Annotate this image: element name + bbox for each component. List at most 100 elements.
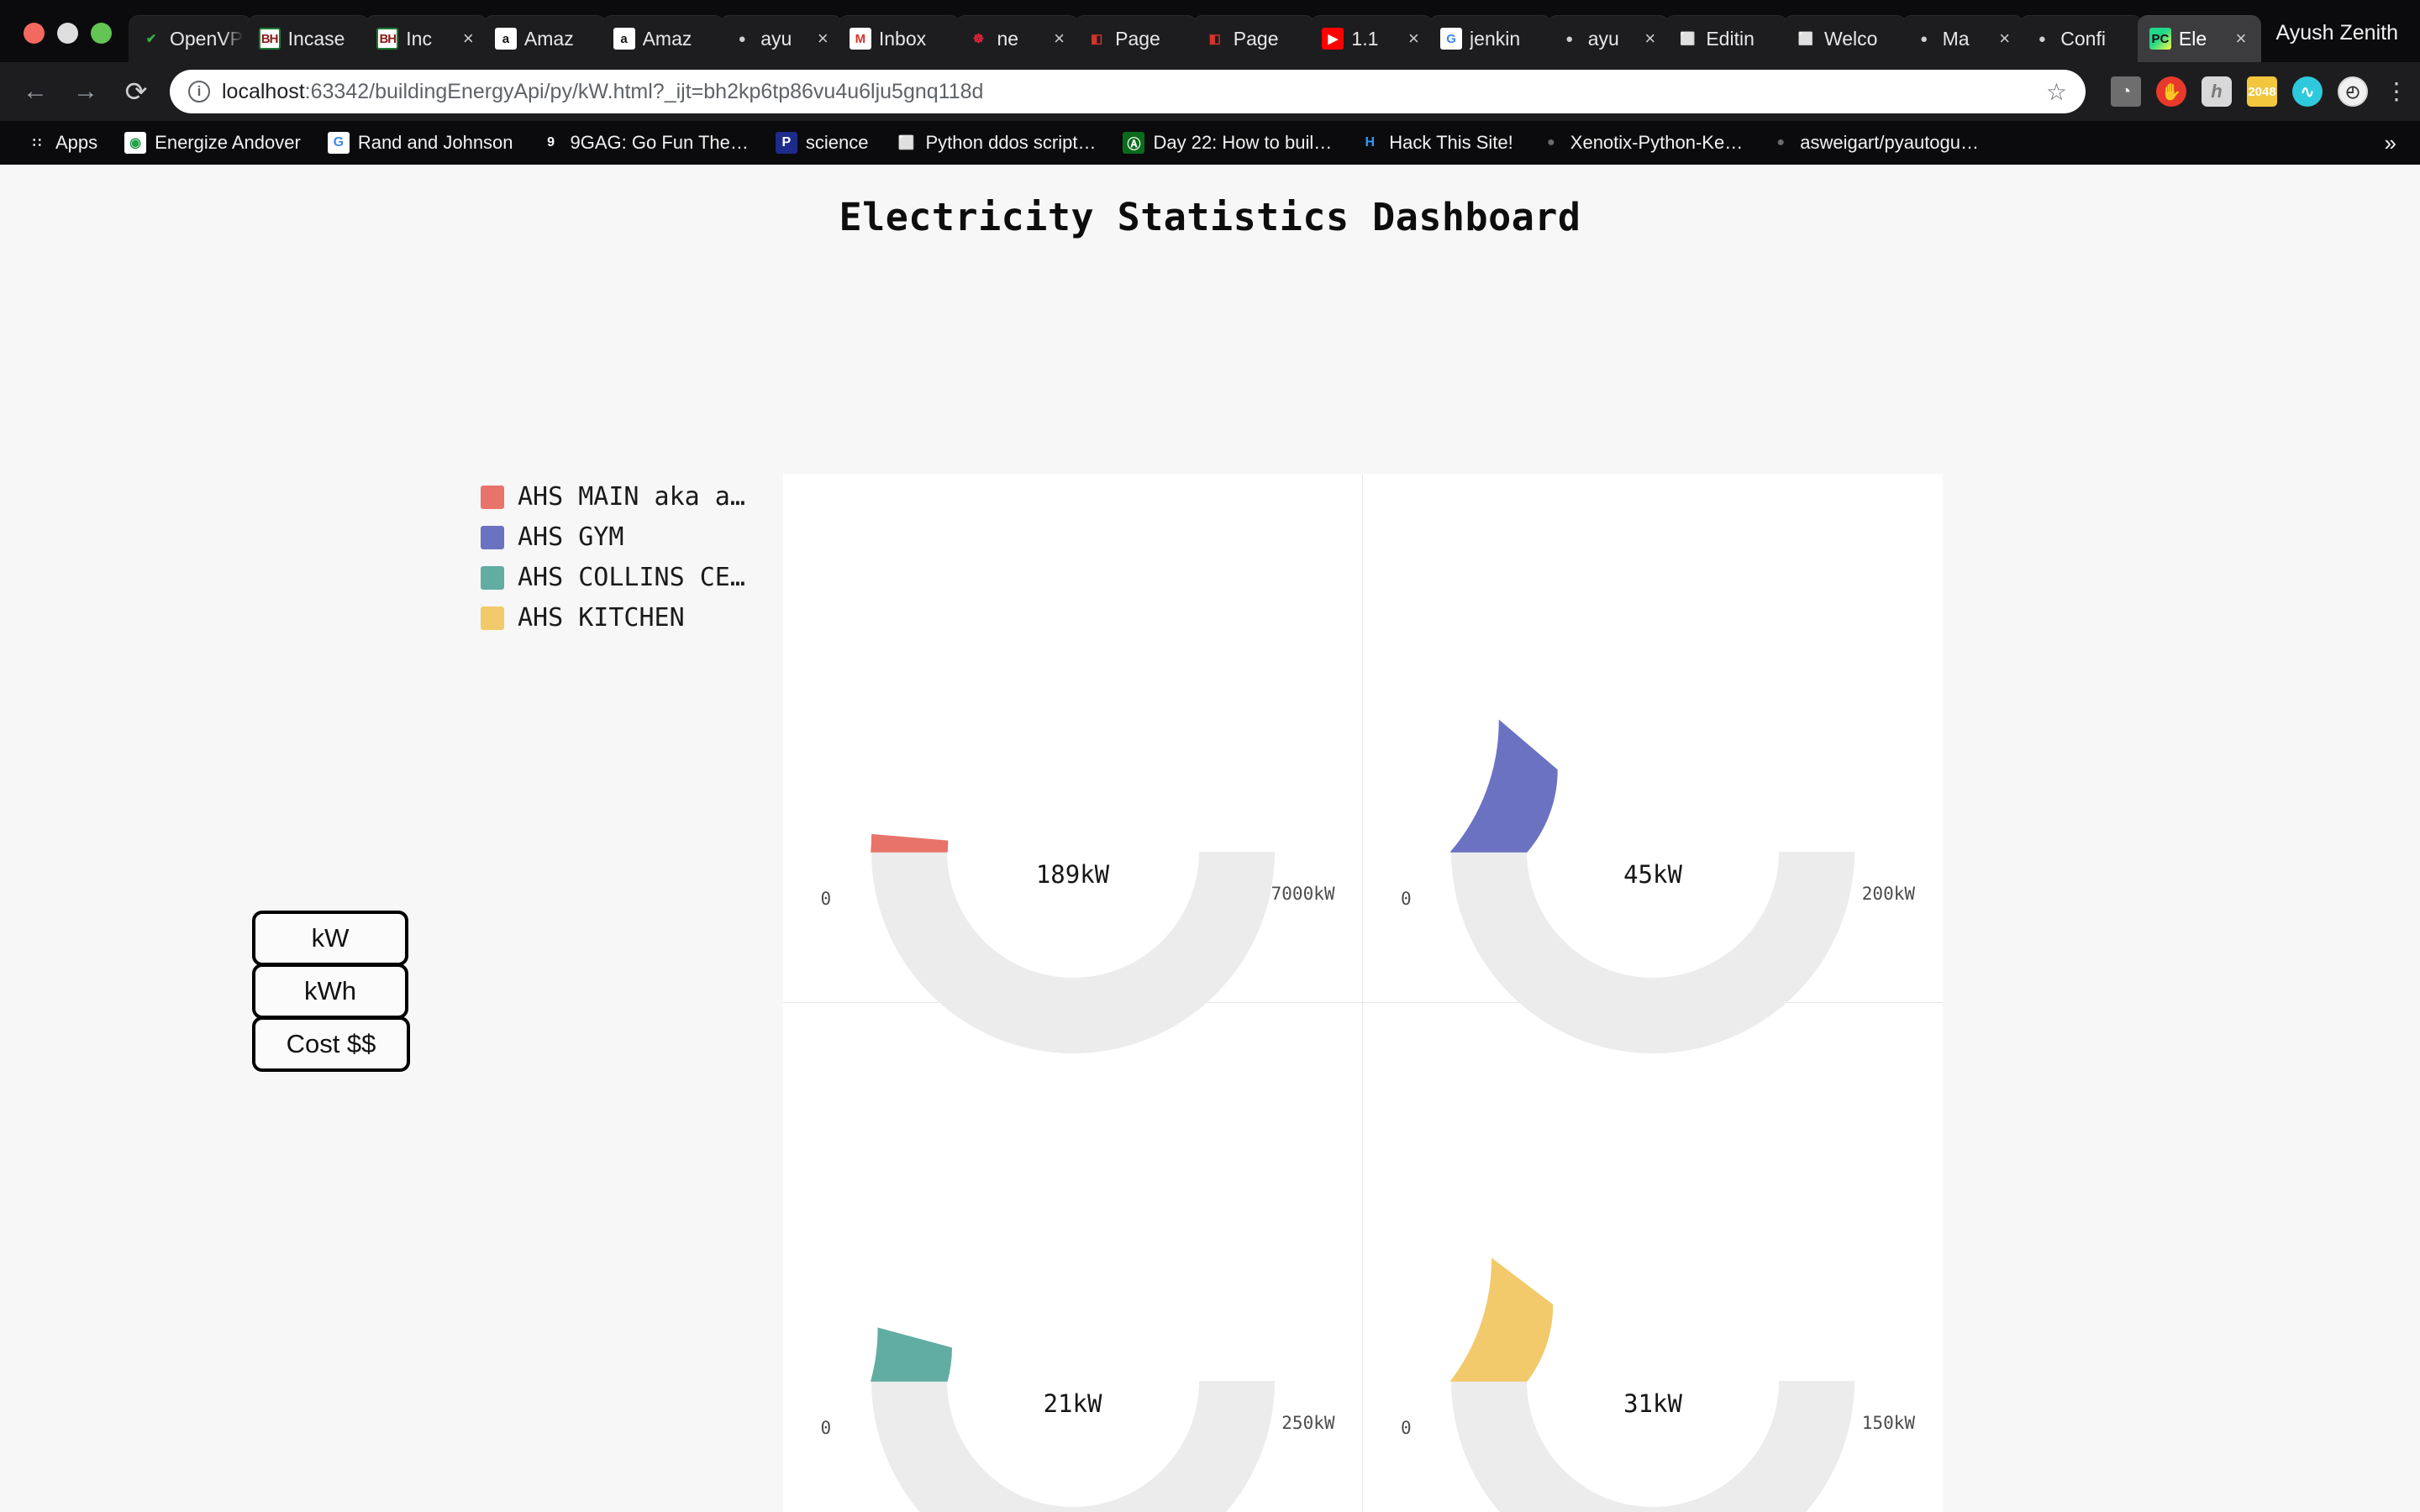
gauge-value-label: 21kW <box>1043 1389 1102 1418</box>
bookmarks-overflow-icon[interactable]: » <box>2385 130 2408 156</box>
tab-label: Incase <box>287 28 345 50</box>
bookmark-label: Energize Andover <box>155 132 301 153</box>
gauge-value-arc <box>870 1327 952 1382</box>
tab-close-icon[interactable]: × <box>463 29 480 48</box>
browser-tab[interactable]: ✔ OpenVPN <box>129 15 252 62</box>
gauge-chart[interactable]: 189kW 0 7000kW <box>813 600 1335 1053</box>
google-keep-icon[interactable]: ◔ <box>2111 76 2141 107</box>
chrome-menu-icon[interactable]: ⋮ <box>2385 79 2408 102</box>
browser-tab[interactable]: ⬜ Welco <box>1782 15 1907 62</box>
reload-icon[interactable]: ⟳ <box>119 76 153 108</box>
youtube-icon: ▶ <box>1322 28 1344 50</box>
browser-tab[interactable]: BH Inc × <box>365 15 488 62</box>
forward-icon[interactable]: → <box>69 77 103 106</box>
bh-icon: BH <box>258 28 281 50</box>
bookmark-item[interactable]: 9 9GAG: Go Fun The… <box>527 132 762 154</box>
bookmark-item[interactable]: H Hack This Site! <box>1345 132 1527 154</box>
browser-tab[interactable]: ▶ 1.1 × <box>1310 15 1434 62</box>
document-icon: ⬜ <box>1797 32 1814 46</box>
tab-close-icon[interactable]: × <box>1408 29 1425 48</box>
bookmark-item[interactable]: Ⓐ Day 22: How to buil… <box>1109 132 1345 154</box>
gauge-max-label: 200kW <box>1861 883 1915 904</box>
gauge-chart[interactable]: 45kW 0 200kW <box>1392 600 1915 1053</box>
teal-extension-icon[interactable]: ∿ <box>2292 76 2323 107</box>
bookmark-item[interactable]: ● Xenotix-Python-Ke… <box>1527 132 1756 154</box>
honey-icon[interactable]: h <box>2202 76 2232 107</box>
speedometer-icon[interactable]: ◴ <box>2338 76 2368 107</box>
browser-tab[interactable]: ☸ ne × <box>955 15 1080 62</box>
tab-label: ne <box>997 28 1019 50</box>
legend-item[interactable]: AHS GYM <box>481 522 745 552</box>
tab-close-icon[interactable]: × <box>1999 29 2016 48</box>
minimize-window-button[interactable] <box>57 23 78 44</box>
gauge-chart[interactable]: 31kW 0 150kW <box>1392 1129 1915 1512</box>
bookmarks-bar: ∷ Apps ◉ Energize Andover G Rand and Johnson 9… <box>0 121 2420 165</box>
window-controls <box>8 23 129 62</box>
tab-close-icon[interactable]: × <box>1054 29 1071 48</box>
profile-name[interactable]: Ayush Zenith <box>2256 21 2420 62</box>
gauge-cell: 21kW 0 250kW <box>783 1003 1363 1512</box>
maximize-window-button[interactable] <box>91 23 112 44</box>
address-bar[interactable]: i localhost:63342/buildingEnergyApi/py/k… <box>170 70 2086 113</box>
tab-label: Amaz <box>523 28 574 50</box>
browser-window: ✔OpenVPNBHIncaseBHInc×aAmazaAmaz●ayu×MIn… <box>0 0 2420 1512</box>
google-icon: G <box>327 132 350 154</box>
2048-icon[interactable]: 2048 <box>2247 76 2277 107</box>
bookmark-label: science <box>805 132 869 153</box>
tab-close-icon[interactable]: × <box>2236 29 2253 48</box>
unit-button-kw[interactable]: kW <box>252 911 408 966</box>
browser-tab[interactable]: ◧ Page <box>1074 15 1197 62</box>
browser-tab[interactable]: ● ayu × <box>1546 15 1670 62</box>
bh-icon: BH <box>376 28 399 50</box>
close-window-button[interactable] <box>24 23 45 44</box>
tab-label: Page <box>1115 28 1160 50</box>
browser-tab[interactable]: ⬜ Editin <box>1665 15 1788 62</box>
back-icon[interactable]: ← <box>18 77 52 106</box>
tab-close-icon[interactable]: × <box>818 29 834 48</box>
bookmark-star-icon[interactable]: ☆ <box>2046 78 2067 106</box>
bookmark-item[interactable]: ⬜ Python ddos script… <box>881 132 1109 154</box>
browser-tab[interactable]: BH Incase <box>246 15 371 62</box>
legend-item[interactable]: AHS MAIN aka a… <box>481 482 745 512</box>
gauge-svg <box>1449 719 1854 1053</box>
url-path: :63342/buildingEnergyApi/py/kW.html?_ijt… <box>304 79 984 103</box>
bookmark-item[interactable]: G Rand and Johnson <box>314 132 527 154</box>
browser-tab[interactable]: a Amaz <box>601 15 725 62</box>
bookmark-label: Xenotix-Python-Ke… <box>1570 132 1744 153</box>
tab-close-icon[interactable]: × <box>1644 29 1661 48</box>
gauge-value-arc <box>1449 719 1558 853</box>
site-info-icon[interactable]: i <box>188 81 210 102</box>
gauge-cell: 45kW 0 200kW <box>1363 474 1943 1053</box>
bookmark-item[interactable]: ◉ Energize Andover <box>111 132 314 154</box>
browser-tab[interactable]: PC Ele × <box>2137 15 2261 62</box>
browser-tab[interactable]: Gjenkin <box>1428 15 1552 62</box>
bookmark-item[interactable]: ∷ Apps <box>12 132 111 154</box>
legend-color-swatch <box>481 525 504 549</box>
unit-button-kwh[interactable]: kWh <box>252 963 408 1019</box>
browser-tab[interactable]: ● Confi <box>2019 15 2143 62</box>
legend-color-swatch <box>481 485 504 509</box>
tab-label: Ma <box>1942 28 1970 50</box>
legend-item[interactable]: AHS COLLINS CE… <box>481 563 745 592</box>
legend-color-swatch <box>481 606 504 630</box>
gauge-chart[interactable]: 21kW 0 250kW <box>813 1129 1335 1512</box>
gmail-icon: M <box>849 28 871 50</box>
legend-item[interactable]: AHS KITCHEN <box>481 603 745 633</box>
unit-button-cost[interactable]: Cost $$ <box>252 1016 410 1072</box>
tab-label: Inbox <box>878 28 927 50</box>
bookmark-item[interactable]: Pscience <box>762 132 882 154</box>
browser-tab[interactable]: ◧ Page <box>1192 15 1316 62</box>
browser-tab[interactable]: ● ayu × <box>719 15 843 62</box>
legend-label: AHS KITCHEN <box>518 603 685 633</box>
amazon-icon: a <box>613 28 635 50</box>
browser-tab[interactable]: ● Ma × <box>1901 15 2025 62</box>
document-icon: ⬜ <box>1679 32 1696 46</box>
bookmark-item[interactable]: ● asweigart/pyautogu… <box>1756 132 1992 154</box>
browser-tab[interactable]: a Amaz <box>482 15 607 62</box>
bookmark-list: ∷ Apps ◉ Energize Andover G Rand and Johnson 9… <box>12 132 1992 154</box>
gauge-min-label: 0 <box>1401 1418 1412 1438</box>
gauge-max-label: 250kW <box>1281 1413 1335 1433</box>
adblock-icon[interactable]: ✋ <box>2156 76 2186 107</box>
browser-tab[interactable]: M Inbox <box>837 15 961 62</box>
github-icon: ● <box>2038 31 2046 46</box>
